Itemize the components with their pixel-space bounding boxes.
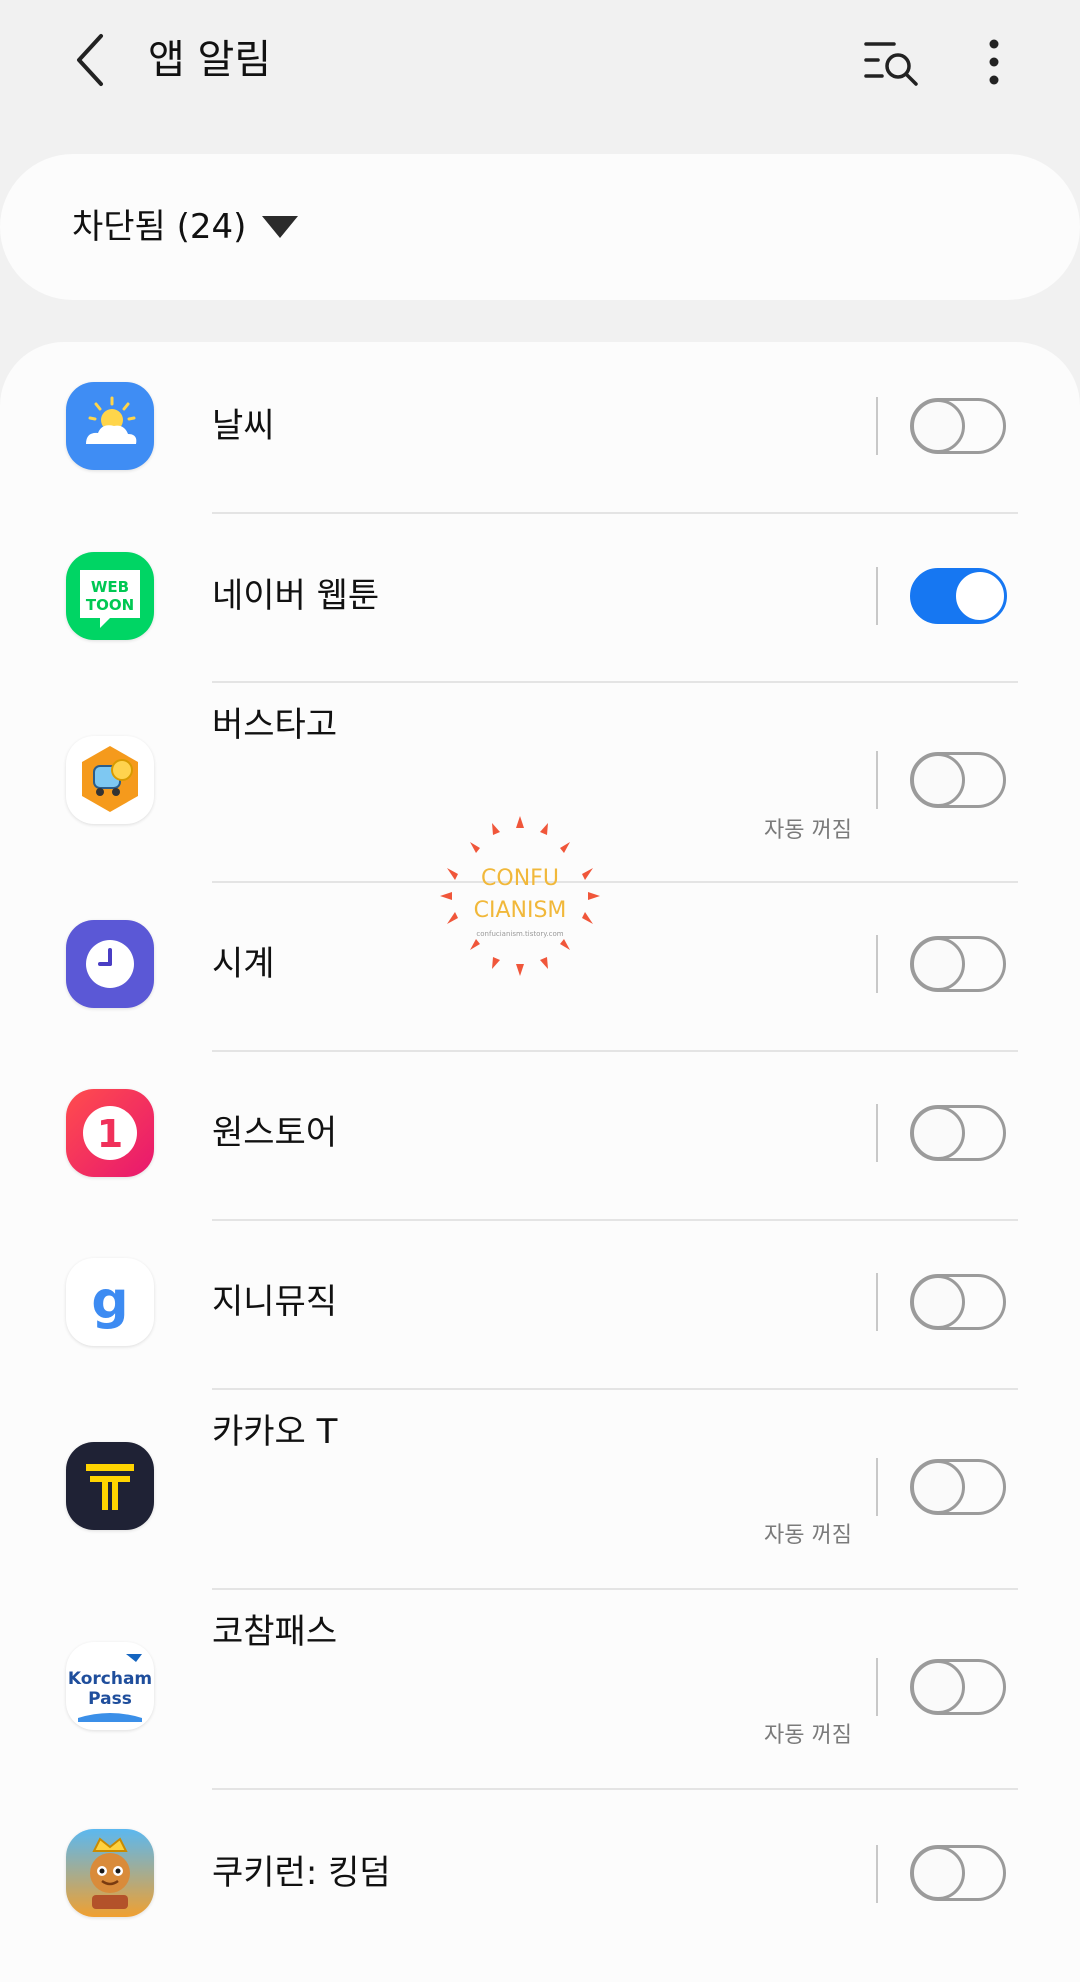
app-name: 원스토어 bbox=[212, 1113, 338, 1153]
caret-down-icon bbox=[262, 216, 298, 238]
auto-off-label: 자동 꺼짐 bbox=[764, 1723, 852, 1748]
search-button[interactable] bbox=[860, 30, 924, 94]
list-search-icon bbox=[864, 42, 918, 86]
chevron-left-icon bbox=[77, 34, 103, 86]
app-name: 카카오 T bbox=[212, 1412, 338, 1452]
watermark-line-1: CONFU bbox=[481, 866, 559, 891]
more-vertical-icon bbox=[989, 39, 999, 85]
page-title: 앱 알림 bbox=[148, 37, 272, 83]
divider bbox=[876, 935, 878, 993]
svg-text:Pass: Pass bbox=[88, 1689, 132, 1709]
app-name: 시계 bbox=[212, 944, 275, 984]
more-options-button[interactable] bbox=[970, 30, 1018, 94]
list-item[interactable]: 쿠키런: 킹덤 bbox=[0, 1789, 1080, 1959]
list-item[interactable]: 1 원스토어 bbox=[0, 1051, 1080, 1219]
cookierun-kingdom-icon bbox=[66, 1829, 154, 1917]
notification-toggle[interactable] bbox=[910, 1459, 1006, 1515]
svg-text:1: 1 bbox=[97, 1112, 123, 1156]
svg-text:TOON: TOON bbox=[86, 596, 134, 614]
bustago-icon bbox=[66, 736, 154, 824]
list-item[interactable]: 카카오 T 자동 꺼짐 bbox=[0, 1389, 1080, 1589]
back-button[interactable] bbox=[60, 30, 120, 90]
divider bbox=[876, 1458, 878, 1516]
divider bbox=[876, 567, 878, 625]
app-name: 쿠키런: 킹덤 bbox=[212, 1853, 391, 1893]
svg-text:WEB: WEB bbox=[91, 578, 129, 596]
top-app-bar: 앱 알림 bbox=[0, 0, 1080, 120]
divider bbox=[876, 751, 878, 809]
app-name: 코참패스 bbox=[212, 1612, 338, 1652]
svg-text:g: g bbox=[91, 1271, 128, 1331]
notification-toggle[interactable] bbox=[910, 1105, 1006, 1161]
watermark: CONFU CIANISM confucianism.tistory.com bbox=[440, 816, 600, 976]
filter-label: 차단됨 (24) bbox=[72, 207, 247, 247]
notification-toggle[interactable] bbox=[910, 1274, 1006, 1330]
divider bbox=[876, 1658, 878, 1716]
filter-dropdown[interactable]: 차단됨 (24) bbox=[0, 154, 1080, 300]
webtoon-icon: WEB TOON bbox=[66, 552, 154, 640]
app-name: 네이버 웹툰 bbox=[212, 576, 380, 616]
divider bbox=[876, 397, 878, 455]
onestore-icon: 1 bbox=[66, 1089, 154, 1177]
list-item[interactable]: WEB TOON 네이버 웹툰 bbox=[0, 513, 1080, 681]
notification-toggle[interactable] bbox=[910, 1845, 1006, 1901]
app-list: 날씨 WEB TOON 네이버 웹툰 버스타고 자동 꺼짐 시계 1 원스토어 … bbox=[0, 342, 1080, 1982]
weather-icon bbox=[66, 382, 154, 470]
notification-toggle[interactable] bbox=[910, 398, 1006, 454]
watermark-line-3: confucianism.tistory.com bbox=[476, 930, 564, 938]
app-name: 버스타고 bbox=[212, 705, 338, 745]
notification-toggle[interactable] bbox=[910, 936, 1006, 992]
watermark-line-2: CIANISM bbox=[473, 898, 567, 923]
divider bbox=[876, 1845, 878, 1903]
genie-music-icon: g bbox=[66, 1258, 154, 1346]
notification-toggle[interactable] bbox=[910, 1659, 1006, 1715]
app-name: 지니뮤직 bbox=[212, 1282, 338, 1322]
app-name: 날씨 bbox=[212, 406, 275, 446]
kakao-t-icon bbox=[66, 1442, 154, 1530]
list-item[interactable]: g 지니뮤직 bbox=[0, 1220, 1080, 1388]
notification-toggle[interactable] bbox=[910, 752, 1006, 808]
svg-text:Korcham: Korcham bbox=[68, 1669, 152, 1689]
divider bbox=[876, 1104, 878, 1162]
list-item[interactable]: Korcham Pass 코참패스 자동 꺼짐 bbox=[0, 1589, 1080, 1789]
list-item[interactable]: 날씨 bbox=[0, 342, 1080, 512]
auto-off-label: 자동 꺼짐 bbox=[764, 1523, 852, 1548]
korcham-pass-icon: Korcham Pass bbox=[66, 1642, 154, 1730]
notification-toggle[interactable] bbox=[910, 568, 1007, 624]
divider bbox=[876, 1273, 878, 1331]
clock-icon bbox=[66, 920, 154, 1008]
auto-off-label: 자동 꺼짐 bbox=[764, 818, 852, 843]
